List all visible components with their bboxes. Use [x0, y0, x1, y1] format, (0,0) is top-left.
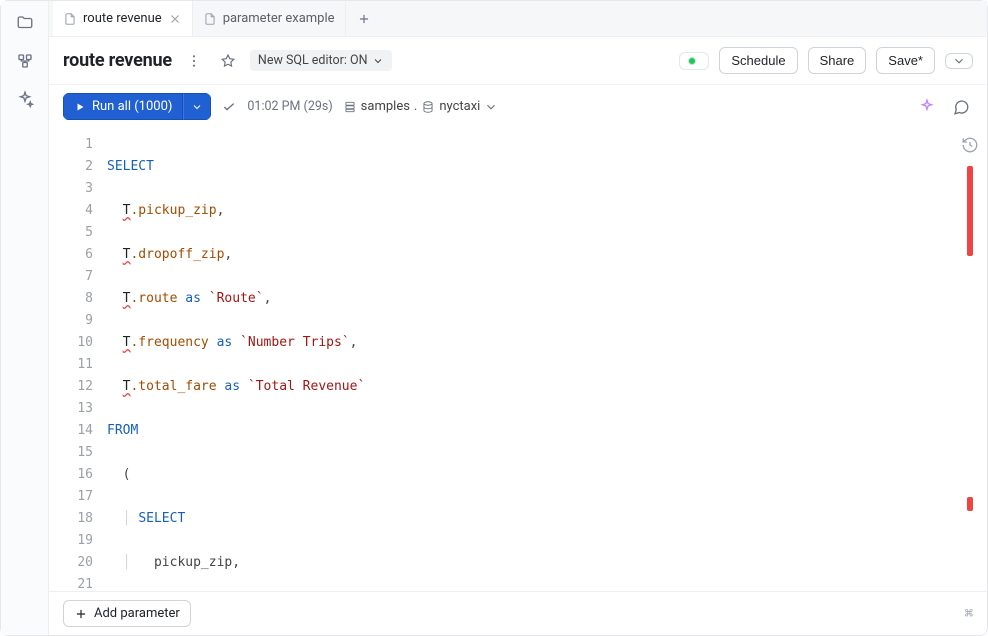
tab-route-revenue[interactable]: route revenue	[53, 1, 193, 36]
folder-icon[interactable]	[15, 13, 35, 33]
file-icon	[63, 12, 77, 26]
chevron-down-icon	[191, 101, 203, 113]
keyboard-shortcut-icon[interactable]: ⌘	[965, 606, 973, 622]
star-icon[interactable]	[216, 49, 240, 73]
footer-bar: Add parameter ⌘	[49, 591, 987, 635]
share-button[interactable]: Share	[808, 47, 867, 74]
save-button[interactable]: Save*	[876, 47, 935, 74]
save-menu-button[interactable]	[945, 53, 973, 69]
add-tab-button[interactable]	[346, 1, 382, 36]
editor-mode-label: New SQL editor: ON	[258, 53, 368, 68]
editor: 123456789101112131415161718192021 SELECT…	[49, 128, 987, 591]
error-marker[interactable]	[967, 166, 973, 256]
kebab-menu-icon[interactable]	[182, 49, 206, 73]
chevron-down-icon	[484, 100, 498, 114]
status-dot-icon	[688, 57, 696, 65]
schema-name: nyctaxi	[439, 99, 480, 114]
chevron-down-icon	[952, 54, 966, 68]
assistant-icon[interactable]	[915, 95, 939, 119]
comment-icon[interactable]	[949, 95, 973, 119]
database-icon	[421, 100, 435, 114]
error-marker[interactable]	[967, 497, 973, 511]
schedule-button[interactable]: Schedule	[719, 47, 797, 74]
right-gutter	[953, 128, 987, 591]
catalog-name: samples	[361, 99, 410, 114]
close-icon[interactable]	[168, 12, 182, 26]
chevron-down-icon	[372, 55, 384, 67]
header-bar: route revenue New SQL editor: ON Schedul…	[49, 37, 987, 85]
code-area[interactable]: SELECT T.pickup_zip, T.dropoff_zip, T.ro…	[103, 128, 953, 591]
run-label: Run all (1000)	[92, 99, 172, 114]
file-icon	[203, 12, 217, 26]
catalog-icon	[343, 100, 357, 114]
add-parameter-label: Add parameter	[94, 606, 180, 621]
check-icon	[221, 99, 237, 115]
cluster-status[interactable]	[679, 52, 709, 70]
main-column: route revenue parameter example route re…	[49, 1, 987, 635]
play-icon	[74, 101, 86, 113]
catalog-selector[interactable]: samples . nyctaxi	[343, 99, 499, 114]
tab-parameter-example[interactable]: parameter example	[193, 1, 346, 36]
last-run-time: 01:02 PM (29s)	[247, 99, 332, 114]
sparkle-icon[interactable]	[15, 89, 35, 109]
tab-label: parameter example	[223, 11, 335, 26]
run-bar: Run all (1000) 01:02 PM (29s) samples . …	[49, 85, 987, 128]
run-dropdown-button[interactable]	[183, 93, 211, 120]
left-rail	[1, 1, 49, 635]
schema-icon[interactable]	[15, 51, 35, 71]
add-parameter-button[interactable]: Add parameter	[63, 600, 191, 627]
history-icon[interactable]	[961, 136, 979, 154]
editor-mode-toggle[interactable]: New SQL editor: ON	[250, 50, 392, 71]
run-button[interactable]: Run all (1000)	[63, 93, 183, 120]
line-gutter: 123456789101112131415161718192021	[49, 128, 103, 591]
tab-label: route revenue	[83, 11, 162, 26]
tab-bar: route revenue parameter example	[49, 1, 987, 37]
run-split-button: Run all (1000)	[63, 93, 211, 120]
plus-icon	[74, 607, 88, 621]
page-title: route revenue	[63, 50, 172, 71]
